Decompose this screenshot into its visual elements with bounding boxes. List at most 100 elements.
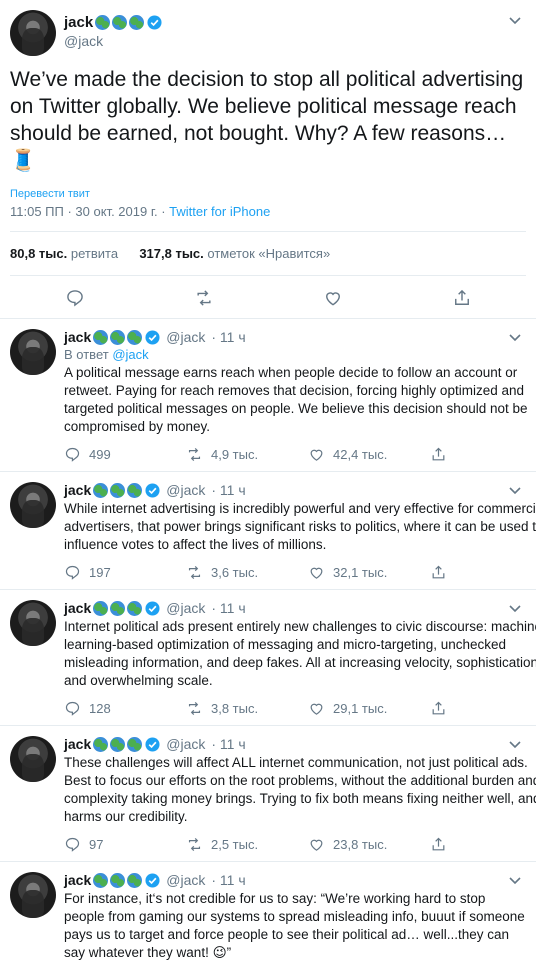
- retweet-icon: [188, 566, 201, 579]
- like-count: 42,4 тыс.: [333, 447, 388, 462]
- verified-badge-icon: [145, 482, 160, 498]
- tweet-time[interactable]: · 11 ч: [211, 600, 245, 616]
- chevron-down-icon[interactable]: [508, 14, 522, 28]
- author-name[interactable]: jack: [64, 600, 91, 616]
- earth-africa-icon: [93, 736, 109, 752]
- author-name[interactable]: jack: [64, 872, 91, 888]
- retweet-icon: [188, 702, 201, 715]
- avatar[interactable]: [10, 872, 56, 918]
- like-icon: [310, 449, 323, 461]
- earth-asia-icon: [127, 872, 143, 888]
- like-button[interactable]: 32,1 тыс.: [308, 564, 430, 581]
- share-button[interactable]: [430, 836, 536, 853]
- author-name[interactable]: jack: [64, 14, 93, 31]
- earth-americas-icon: [110, 600, 126, 616]
- author-name[interactable]: jack: [64, 736, 91, 752]
- reply-count: 499: [89, 447, 111, 462]
- chevron-down-icon[interactable]: [508, 602, 522, 616]
- avatar[interactable]: [10, 329, 56, 375]
- author-handle[interactable]: @jack: [166, 329, 205, 345]
- earth-africa-icon: [93, 482, 109, 498]
- earth-africa-icon: [95, 15, 111, 30]
- share-button[interactable]: [430, 564, 536, 581]
- tweet-actions: 128 3,8 тыс. 29,1 тыс.: [64, 700, 536, 717]
- earth-americas-icon: [110, 736, 126, 752]
- earth-africa-icon: [93, 872, 109, 888]
- share-icon[interactable]: [452, 288, 472, 308]
- earth-africa-icon: [93, 329, 109, 345]
- avatar[interactable]: [10, 482, 56, 528]
- like-button[interactable]: 42,4 тыс.: [308, 446, 430, 463]
- reply-button[interactable]: 197: [64, 564, 186, 581]
- like-count: 32,1 тыс.: [333, 565, 388, 580]
- chevron-down-icon[interactable]: [508, 484, 522, 498]
- chevron-down-icon[interactable]: [508, 874, 522, 888]
- share-button[interactable]: [430, 446, 536, 463]
- reply-icon[interactable]: [65, 288, 85, 308]
- like-button[interactable]: 29,1 тыс.: [308, 700, 430, 717]
- reply-button[interactable]: 499: [64, 446, 186, 463]
- share-icon: [432, 701, 445, 715]
- main-action-bar: [10, 276, 526, 318]
- thread-reply[interactable]: jack @jack · 11 ч While internet adverti…: [0, 472, 536, 590]
- earth-asia-icon: [127, 600, 143, 616]
- translate-link[interactable]: Перевести твит: [10, 188, 526, 200]
- avatar[interactable]: [10, 736, 56, 782]
- earth-asia-icon: [127, 329, 143, 345]
- author-handle[interactable]: @jack: [166, 736, 205, 752]
- share-icon: [432, 565, 445, 579]
- tweet-time[interactable]: · 11 ч: [211, 329, 245, 345]
- likes-label: отметок «Нравится»: [207, 246, 331, 261]
- author-name[interactable]: jack: [64, 329, 91, 345]
- in-reply-handle[interactable]: @jack: [112, 347, 148, 362]
- retweet-button[interactable]: 3,8 тыс.: [186, 700, 308, 717]
- avatar[interactable]: [10, 10, 56, 56]
- retweets-stat[interactable]: 80,8 тыс. ретвита: [10, 246, 118, 261]
- thread-reply[interactable]: jack @jack · 11 ч These challenges will …: [0, 726, 536, 862]
- reply-count: 128: [89, 701, 111, 716]
- retweet-icon: [188, 838, 201, 851]
- likes-stat[interactable]: 317,8 тыс. отметок «Нравится»: [139, 246, 330, 261]
- chevron-down-icon[interactable]: [508, 331, 522, 345]
- verified-badge-icon: [145, 329, 160, 345]
- share-icon: [432, 837, 445, 851]
- author-handle[interactable]: @jack: [166, 600, 205, 616]
- main-tweet: jack @jack We’ve made the decision to st…: [0, 0, 536, 319]
- tweet-timestamp-row: 11:05 ПП · 30 окт. 2019 г. · Twitter for…: [10, 204, 526, 219]
- like-icon[interactable]: [323, 288, 343, 308]
- likes-count: 317,8 тыс.: [139, 246, 204, 261]
- tweet-time[interactable]: · 11 ч: [211, 872, 245, 888]
- tweet-time[interactable]: · 11 ч: [211, 482, 245, 498]
- tweet-time[interactable]: 11:05 ПП · 30 окт. 2019 г.: [10, 204, 158, 219]
- like-count: 23,8 тыс.: [333, 837, 388, 852]
- retweet-icon[interactable]: [194, 288, 214, 308]
- like-button[interactable]: 23,8 тыс.: [308, 836, 430, 853]
- thread-reply[interactable]: jack @jack · 11 ч В ответ @jack A politi…: [0, 319, 536, 472]
- retweet-count: 4,9 тыс.: [211, 447, 259, 462]
- verified-badge-icon: [147, 15, 162, 30]
- thread-reply[interactable]: jack @jack · 11 ч For instance, it‘s not…: [0, 862, 536, 970]
- in-reply-prefix: В ответ: [64, 347, 109, 362]
- retweet-button[interactable]: 4,9 тыс.: [186, 446, 308, 463]
- author-handle[interactable]: @jack: [166, 482, 205, 498]
- earth-americas-icon: [110, 872, 126, 888]
- author-name[interactable]: jack: [64, 482, 91, 498]
- retweet-button[interactable]: 2,5 тыс.: [186, 836, 308, 853]
- reply-button[interactable]: 97: [64, 836, 186, 853]
- like-icon: [310, 703, 323, 715]
- thread-reply[interactable]: jack @jack · 11 ч Internet political ads…: [0, 590, 536, 726]
- meta-separator: ·: [157, 204, 170, 219]
- reply-button[interactable]: 128: [64, 700, 186, 717]
- verified-badge-icon: [145, 736, 160, 752]
- retweet-count: 2,5 тыс.: [211, 837, 259, 852]
- chevron-down-icon[interactable]: [508, 738, 522, 752]
- tweet-source[interactable]: Twitter for iPhone: [169, 204, 270, 219]
- tweet-time[interactable]: · 11 ч: [211, 736, 245, 752]
- share-button[interactable]: [430, 700, 536, 717]
- reply-icon: [65, 565, 80, 580]
- tweet-text: While internet advertising is incredibly…: [64, 501, 536, 552]
- author-handle[interactable]: @jack: [64, 33, 162, 49]
- author-handle[interactable]: @jack: [166, 872, 205, 888]
- retweet-button[interactable]: 3,6 тыс.: [186, 564, 308, 581]
- avatar[interactable]: [10, 600, 56, 646]
